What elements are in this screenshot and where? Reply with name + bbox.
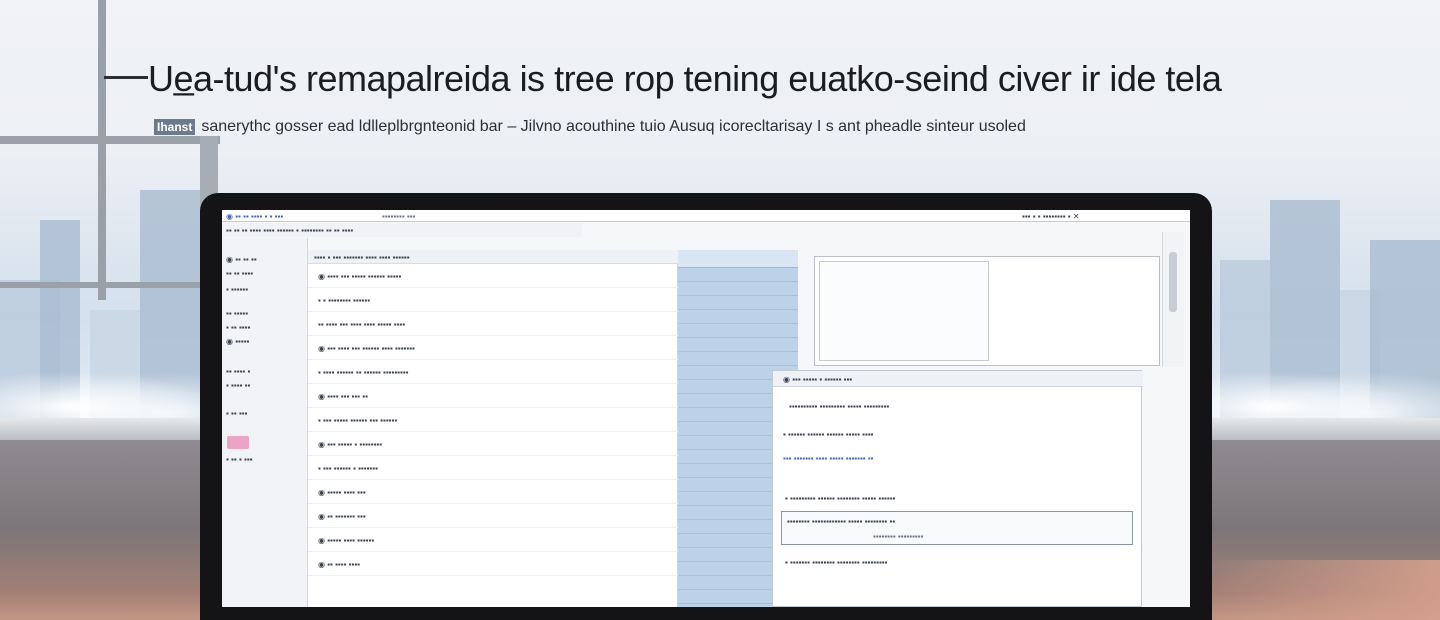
list-item-text: ◉ ▪▪ ▪▪▪▪▪▪▪ ▪▪▪ [318,512,366,521]
list-item[interactable]: ▪ ▪▪▪ ▪▪▪▪▪ ▪▪▪▪▪▪ ▪▪▪ ▪▪▪▪▪▪ [308,410,678,432]
list-header-text: ▪▪▪▪ ▪ ▪▪▪ ▪▪▪▪▪▪▪ ▪▪▪▪ ▪▪▪▪ ▪▪▪▪▪▪ [314,253,410,262]
list-item[interactable]: ◉ ▪▪ ▪▪▪▪▪▪▪ ▪▪▪ [308,506,678,528]
scrollbar-thumb[interactable] [1169,252,1177,312]
list-item-text: ◉ ▪▪ ▪▪▪▪ ▪▪▪▪ [318,560,361,569]
list-item[interactable]: ◉ ▪▪▪▪▪ ▪▪▪▪ ▪▪▪ [308,482,678,504]
rail-item[interactable]: ▪ ▪▪▪▪▪▪ [226,284,304,296]
list-item[interactable]: ◉ ▪▪▪▪ ▪▪▪ ▪▪▪ ▪▪ [308,386,678,408]
detail-line: ▪▪▪▪▪▪▪▪ ▪▪▪▪▪▪▪▪▪ [873,532,924,541]
blue-column-header [678,250,798,268]
list-item-text: ◉ ▪▪▪ ▪▪▪▪ ▪▪▪ ▪▪▪▪▪▪ ▪▪▪▪ ▪▪▪▪▪▪▪ [318,344,415,353]
list-item[interactable]: ◉ ▪▪ ▪▪▪▪ ▪▪▪▪ [308,554,678,576]
window-mullion [98,0,106,300]
left-rail: ◉ ▪▪ ▪▪ ▪▪ ▪▪ ▪▪ ▪▪▪▪ ▪ ▪▪▪▪▪▪ ▪▪ ▪▪▪▪▪ … [222,238,308,607]
pink-badge[interactable] [227,436,249,449]
list-item[interactable]: ◉ ▪▪▪▪ ▪▪▪ ▪▪▪▪▪ ▪▪▪▪▪▪ ▪▪▪▪▪ [308,266,678,288]
list-item[interactable]: ▪ ▪▪▪▪ ▪▪▪▪▪▪ ▪▪ ▪▪▪▪▪▪ ▪▪▪▪▪▪▪▪▪ [308,362,678,384]
detail-line: ▪ ▪▪▪▪▪▪ ▪▪▪▪▪▪ ▪▪▪▪▪▪ ▪▪▪▪▪ ▪▪▪▪ [783,430,874,439]
list-item-text: ▪ ▪▪▪ ▪▪▪▪▪ ▪▪▪▪▪▪ ▪▪▪ ▪▪▪▪▪▪ [318,416,398,425]
list-item-text: ▪ ▪▪▪ ▪▪▪▪▪▪ ▪ ▪▪▪▪▪▪▪ [318,464,378,473]
detail-toolbar: ◉ ▪▪▪ ▪▪▪▪▪ ▪ ▪▪▪▪▪▪ ▪▪▪ [773,371,1143,387]
detail-line: ▪▪▪ ▪▪▪▪▪▪▪ ▪▪▪▪ ▪▪▪▪▪ ▪▪▪▪▪▪▪ ▪▪ [783,454,874,463]
rail-item[interactable]: ▪▪ ▪▪ ▪▪▪▪ [226,268,304,280]
toolbar-items[interactable]: ▪▪ ▪▪ ▪▪ ▪▪▪▪ ▪▪▪▪ ▪▪▪▪▪▪ ▪ ▪▪▪▪▪▪▪▪ ▪▪ … [226,225,353,236]
detail-line: ▪ ▪▪▪▪▪▪▪ ▪▪▪▪▪▪▪▪ ▪▪▪▪▪▪▪▪ ▪▪▪▪▪▪▪▪▪ [785,558,888,567]
window-transom-lower [0,282,200,288]
headline-dash [104,76,148,79]
warm-light [1200,560,1440,620]
titlebar-mid: ▪▪▪▪▪▪▪▪ ▪▪▪ [382,212,416,221]
preview-inner [819,261,989,361]
app-titlebar: ◉ ▪▪ ▪▪ ▪▪▪▪ ▪ ▪ ▪▪▪ ▪▪▪▪▪▪▪▪ ▪▪▪ ▪▪▪ ▪ … [222,210,1190,222]
clouds-right [1200,365,1440,425]
list-item-text: ◉ ▪▪▪▪ ▪▪▪ ▪▪▪ ▪▪ [318,392,368,401]
titlebar-left[interactable]: ◉ ▪▪ ▪▪ ▪▪▪▪ ▪ ▪ ▪▪▪ [226,211,283,222]
list-item-text: ◉ ▪▪▪▪ ▪▪▪ ▪▪▪▪▪ ▪▪▪▪▪▪ ▪▪▪▪▪ [318,272,402,281]
app-toolbar: ▪▪ ▪▪ ▪▪ ▪▪▪▪ ▪▪▪▪ ▪▪▪▪▪▪ ▪ ▪▪▪▪▪▪▪▪ ▪▪ … [222,223,582,237]
list-item-text: ◉ ▪▪▪ ▪▪▪▪▪ ▪ ▪▪▪▪▪▪▪▪ [318,440,383,449]
list-item[interactable]: ▪▪ ▪▪▪▪ ▪▪▪ ▪▪▪▪ ▪▪▪▪ ▪▪▪▪▪ ▪▪▪▪ [308,314,678,336]
subline-text: sanerythc gosser ead ldlleplbrgnteonid b… [201,118,1026,135]
rail-item[interactable]: ▪ ▪▪ ▪▪▪ [226,408,304,420]
rail-item[interactable]: ▪▪ ▪▪▪▪ ▪ [226,366,304,378]
preview-panel [814,256,1160,366]
message-list: ▪▪▪▪ ▪ ▪▪▪ ▪▪▪▪▪▪▪ ▪▪▪▪ ▪▪▪▪ ▪▪▪▪▪▪ ◉ ▪▪… [308,250,678,607]
detail-line: ▪▪▪▪▪▪▪▪ ▪▪▪▪▪▪▪▪▪▪▪▪ ▪▪▪▪▪ ▪▪▪▪▪▪▪▪ ▪▪ [787,517,896,526]
rail-item[interactable]: ◉ ▪▪ ▪▪ ▪▪ [226,254,304,266]
list-item[interactable]: ◉ ▪▪▪ ▪▪▪▪ ▪▪▪ ▪▪▪▪▪▪ ▪▪▪▪ ▪▪▪▪▪▪▪ [308,338,678,360]
list-item[interactable]: ▪ ▪ ▪▪▪▪▪▪▪▪ ▪▪▪▪▪▪ [308,290,678,312]
scrollbar[interactable] [1162,232,1184,367]
list-item-text: ▪ ▪▪▪▪ ▪▪▪▪▪▪ ▪▪ ▪▪▪▪▪▪ ▪▪▪▪▪▪▪▪▪ [318,368,409,377]
list-header: ▪▪▪▪ ▪ ▪▪▪ ▪▪▪▪▪▪▪ ▪▪▪▪ ▪▪▪▪ ▪▪▪▪▪▪ [308,250,678,264]
list-item[interactable]: ◉ ▪▪▪▪▪ ▪▪▪▪ ▪▪▪▪▪▪ [308,530,678,552]
list-item[interactable]: ▪ ▪▪▪ ▪▪▪▪▪▪ ▪ ▪▪▪▪▪▪▪ [308,458,678,480]
list-item-text: ▪▪ ▪▪▪▪ ▪▪▪ ▪▪▪▪ ▪▪▪▪ ▪▪▪▪▪ ▪▪▪▪ [318,320,406,329]
app-screen: ◉ ▪▪ ▪▪ ▪▪▪▪ ▪ ▪ ▪▪▪ ▪▪▪▪▪▪▪▪ ▪▪▪ ▪▪▪ ▪ … [222,210,1190,607]
detail-panel: ◉ ▪▪▪ ▪▪▪▪▪ ▪ ▪▪▪▪▪▪ ▪▪▪ ▪▪▪▪▪▪▪▪▪▪ ▪▪▪▪… [772,370,1143,607]
rail-item[interactable]: ▪▪ ▪▪▪▪▪ [226,308,304,320]
subline-tag: Ihanst [154,119,196,135]
rail-item[interactable]: ▪ ▪▪▪▪ ▪▪ [226,380,304,392]
page-headline: Ue̲a-tud's remapalreida is tree rop teni… [148,58,1222,99]
list-item[interactable]: ◉ ▪▪▪ ▪▪▪▪▪ ▪ ▪▪▪▪▪▪▪▪ [308,434,678,456]
list-item-text: ◉ ▪▪▪▪▪ ▪▪▪▪ ▪▪▪ [318,488,366,497]
titlebar-right[interactable]: ▪▪▪ ▪ ▪ ▪▪▪▪▪▪▪▪ ▪ ✕ [1022,211,1080,222]
rail-item[interactable]: ▪ ▪▪ ▪▪▪▪ [226,322,304,334]
list-item-text: ▪ ▪ ▪▪▪▪▪▪▪▪ ▪▪▪▪▪▪ [318,296,371,305]
detail-toolbar-text[interactable]: ◉ ▪▪▪ ▪▪▪▪▪ ▪ ▪▪▪▪▪▪ ▪▪▪ [783,374,852,385]
rail-item[interactable]: ▪ ▪▪ ▪ ▪▪▪ [226,454,304,466]
detail-line: ▪▪▪▪▪▪▪▪▪▪ ▪▪▪▪▪▪▪▪▪ ▪▪▪▪▪ ▪▪▪▪▪▪▪▪▪ [789,402,890,411]
page-subline: Ihanst sanerythc gosser ead ldlleplbrgnte… [154,118,1340,140]
rail-item[interactable]: ◉ ▪▪▪▪▪ [226,336,304,348]
detail-line: ▪ ▪▪▪▪▪▪▪▪▪ ▪▪▪▪▪▪ ▪▪▪▪▪▪▪▪ ▪▪▪▪▪ ▪▪▪▪▪▪ [785,494,896,503]
list-item-text: ◉ ▪▪▪▪▪ ▪▪▪▪ ▪▪▪▪▪▪ [318,536,375,545]
